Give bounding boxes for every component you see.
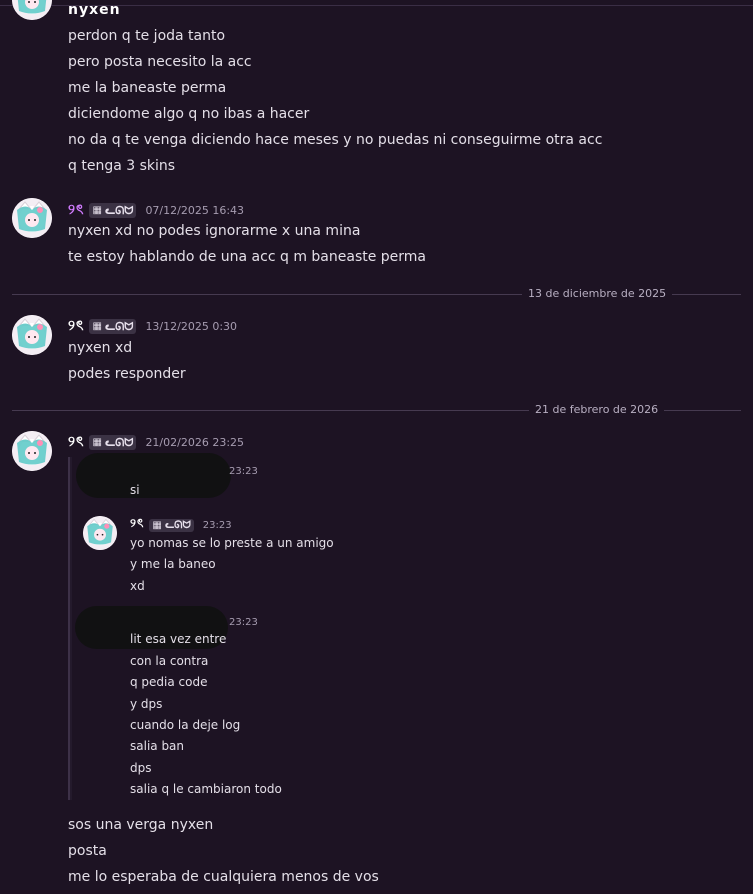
message-header-3: ୨ৎ ▦ ᓚᘏᗢ 13/12/2025 0:30 xyxy=(68,317,237,335)
message-line: perdon q te joda tanto xyxy=(68,28,226,44)
cat-icon: ▦ xyxy=(92,436,102,448)
hello-kitty-avatar-icon xyxy=(12,315,52,355)
message-header-1: nyxen xyxy=(68,1,121,19)
forwarded-line: si xyxy=(130,483,140,497)
date-divider-label: 21 de febrero de 2026 xyxy=(529,403,665,417)
forwarded-line: lit esa vez entre xyxy=(130,632,227,646)
author-name[interactable]: ୨ৎ xyxy=(68,198,84,222)
user-avatar[interactable] xyxy=(12,198,52,238)
user-tag[interactable]: ▦ ᓚᘏᗢ xyxy=(89,434,137,450)
date-divider: 13 de diciembre de 2025 xyxy=(12,287,741,301)
message-header-4: ୨ৎ ▦ ᓚᘏᗢ 21/02/2026 23:25 xyxy=(68,433,244,451)
forwarded-timestamp: 23:23 xyxy=(229,617,258,628)
forwarded-timestamp: 23:23 xyxy=(202,519,232,531)
cat-icon: ▦ xyxy=(152,519,162,531)
message-timestamp: 13/12/2025 0:30 xyxy=(145,319,238,333)
user-avatar[interactable] xyxy=(12,431,52,471)
message-line: posta xyxy=(68,843,107,859)
message-header-2: ୨ৎ ▦ ᓚᘏᗢ 07/12/2025 16:43 xyxy=(68,201,244,219)
message-line: podes responder xyxy=(68,366,186,382)
forwarded-timestamp: 23:23 xyxy=(229,466,258,477)
message-line: te estoy hablando de una acc q m baneast… xyxy=(68,249,427,265)
message-line: q tenga 3 skins xyxy=(68,158,176,174)
author-name[interactable]: ୨ৎ xyxy=(68,430,84,454)
date-divider: 21 de febrero de 2026 xyxy=(12,403,741,417)
author-name[interactable]: nyxen xyxy=(68,2,121,18)
forwarded-user-tag[interactable]: ▦ ᓚᘏᗢ xyxy=(149,518,194,532)
chat-log: nyxen perdon q te joda tanto pero posta … xyxy=(0,0,753,894)
message-line: pero posta necesito la acc xyxy=(68,54,252,70)
forwarded-quote-bar xyxy=(68,457,70,800)
hello-kitty-avatar-icon xyxy=(12,0,52,20)
user-tag[interactable]: ▦ ᓚᘏᗢ xyxy=(89,202,137,218)
hello-kitty-avatar-icon xyxy=(12,431,52,471)
forwarded-user-avatar[interactable] xyxy=(83,516,117,550)
cat-icon: ▦ xyxy=(92,320,102,332)
message-line: diciendome algo q no ibas a hacer xyxy=(68,106,310,122)
forwarded-line: salia ban xyxy=(130,739,185,753)
message-line: nyxen xd xyxy=(68,340,133,356)
forwarded-line: cuando la deje log xyxy=(130,718,241,732)
tag-label: ᓚᘏᗢ xyxy=(104,203,134,217)
forwarded-line: q pedia code xyxy=(130,675,208,689)
redacted-avatar-and-name xyxy=(76,453,231,498)
user-avatar[interactable] xyxy=(12,315,52,355)
message-line: no da q te venga diciendo hace meses y n… xyxy=(68,132,603,148)
forwarded-tag-label: ᓚᘏᗢ xyxy=(164,519,191,531)
forwarded-line: con la contra xyxy=(130,654,209,668)
forwarded-header: ୨ৎ ▦ ᓚᘏᗢ 23:23 xyxy=(130,515,232,535)
hello-kitty-avatar-icon xyxy=(12,198,52,238)
date-divider-label: 13 de diciembre de 2025 xyxy=(522,287,673,301)
message-line: me lo esperaba de cualquiera menos de vo… xyxy=(68,869,379,885)
forwarded-line: y me la baneo xyxy=(130,557,216,571)
user-avatar[interactable] xyxy=(12,0,52,20)
message-line: sos una verga nyxen xyxy=(68,817,214,833)
message-timestamp: 21/02/2026 23:25 xyxy=(145,435,245,449)
forwarded-line: salia q le cambiaron todo xyxy=(130,782,282,796)
message-line: nyxen xd no podes ignorarme x una mina xyxy=(68,223,361,239)
forwarded-line: yo nomas se lo preste a un amigo xyxy=(130,536,334,550)
forwarded-author-name[interactable]: ୨ৎ xyxy=(130,515,144,535)
message-timestamp: 07/12/2025 16:43 xyxy=(145,203,245,217)
forwarded-line: dps xyxy=(130,761,152,775)
cat-icon: ▦ xyxy=(92,204,102,216)
forwarded-line: xd xyxy=(130,579,145,593)
tag-label: ᓚᘏᗢ xyxy=(104,319,134,333)
message-line: me la baneaste perma xyxy=(68,80,227,96)
user-tag[interactable]: ▦ ᓚᘏᗢ xyxy=(89,318,137,334)
tag-label: ᓚᘏᗢ xyxy=(104,435,134,449)
author-name[interactable]: ୨ৎ xyxy=(68,314,84,338)
hello-kitty-avatar-icon xyxy=(83,516,117,550)
forwarded-line: y dps xyxy=(130,697,163,711)
